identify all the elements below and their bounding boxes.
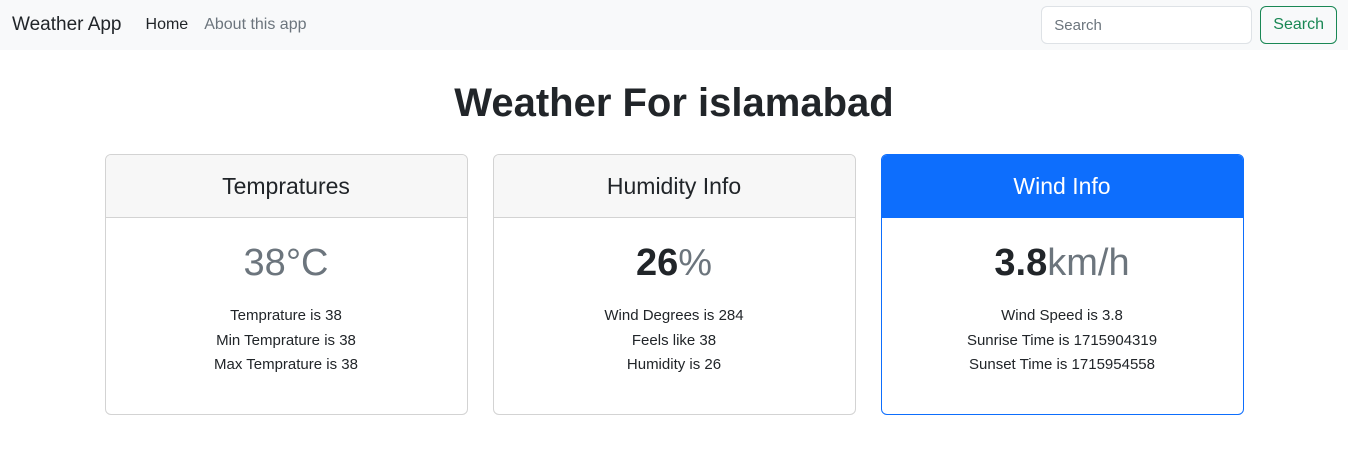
sunrise-time-line: Sunrise Time is 1715904319: [966, 331, 1158, 349]
temperature-value: 38°C: [243, 242, 329, 284]
humidity-card-header: Humidity Info: [493, 155, 855, 218]
max-temperature-line: Max Temprature is 38: [214, 356, 358, 373]
humidity-card-body: 26% Wind Degrees is 284 Feels like 38 Hu…: [494, 218, 855, 378]
wind-card-header: Wind Info: [881, 155, 1243, 218]
wind-card: Wind Info 3.8km/h Wind Speed is 3.8 Sunr…: [880, 154, 1244, 415]
wind-value: 3.8: [994, 242, 1048, 284]
humidity-main-value: 26%: [494, 240, 855, 286]
wind-card-body: 3.8km/h Wind Speed is 3.8 Sunrise Time i…: [882, 218, 1243, 378]
page-title: Weather For islamabad: [454, 81, 894, 125]
temperature-main-value: 38°C: [106, 240, 467, 286]
humidity-card: Humidity Info 26% Wind Degrees is 284 Fe…: [492, 154, 856, 415]
humidity-unit: %: [678, 242, 713, 284]
brand-link[interactable]: Weather App: [12, 14, 122, 36]
weather-cards: Tempratures 38°C Temprature is 38 Min Te…: [0, 154, 1348, 415]
temperature-card-body: 38°C Temprature is 38 Min Temprature is …: [106, 218, 467, 378]
search-input[interactable]: [1041, 6, 1253, 44]
search-button[interactable]: Search: [1260, 6, 1337, 44]
nav-link-home[interactable]: Home: [146, 16, 189, 34]
nav-link-about[interactable]: About this app: [204, 16, 306, 34]
temperature-line: Temprature is 38: [230, 307, 342, 324]
wind-speed-line: Wind Speed is 3.8: [1001, 307, 1123, 324]
sunset-time-line: Sunset Time is 1715954558: [969, 356, 1155, 373]
min-temperature-line: Min Temprature is 38: [216, 331, 356, 349]
search-form: Search: [1041, 6, 1337, 44]
wind-main-value: 3.8km/h: [882, 240, 1243, 286]
temperature-card: Tempratures 38°C Temprature is 38 Min Te…: [104, 154, 468, 415]
humidity-value: 26: [635, 242, 679, 284]
temperature-card-header: Tempratures: [105, 155, 467, 218]
feels-like-line: Feels like 38: [631, 331, 717, 349]
wind-unit: km/h: [1047, 242, 1130, 284]
humidity-line: Humidity is 26: [626, 356, 722, 373]
wind-degrees-line: Wind Degrees is 284: [604, 307, 744, 324]
navbar: Weather App Home About this app Search: [0, 0, 1348, 50]
